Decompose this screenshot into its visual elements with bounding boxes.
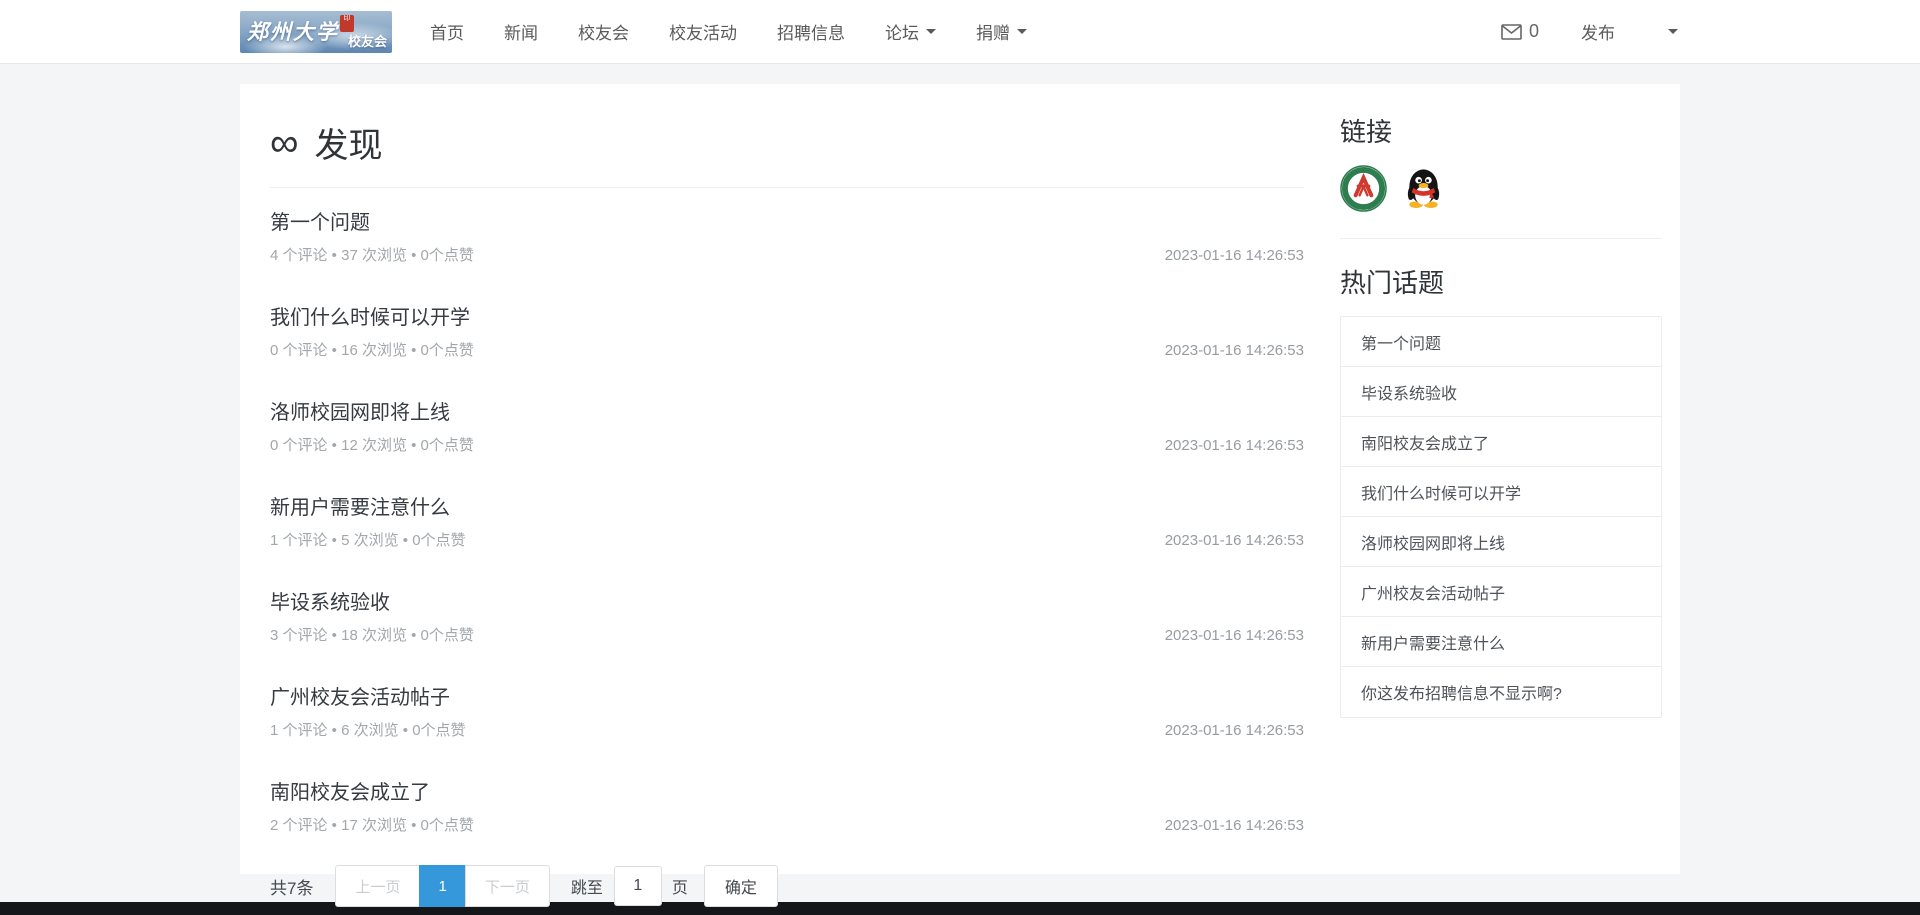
prev-page-button[interactable]: 上一页: [335, 865, 421, 907]
links-heading: 链接: [1340, 117, 1393, 147]
nav-item-donate-dropdown[interactable]: 捐赠: [976, 19, 1027, 44]
topic-timestamp: 2023-01-16 14:26:53: [1164, 817, 1304, 834]
hot-topics-heading: 热门话题: [1340, 268, 1445, 298]
zhengzhou-university-badge-icon[interactable]: [1340, 165, 1387, 212]
chevron-down-icon: [926, 29, 936, 34]
user-menu-toggle[interactable]: [1659, 17, 1680, 47]
page-button-group: 上一页 1 下一页: [335, 865, 550, 907]
infinity-icon: ∞: [270, 120, 299, 165]
topic-item: 我们什么时候可以开学 0 个评论 • 16 次浏览 • 0个点赞 2023-01…: [270, 283, 1304, 378]
topic-timestamp: 2023-01-16 14:26:53: [1164, 627, 1304, 644]
hot-topics-list: 第一个问题 毕设系统验收 南阳校友会成立了 我们什么时候可以开学 洛师校园网即将…: [1340, 316, 1662, 718]
topic-item: 第一个问题 4 个评论 • 37 次浏览 • 0个点赞 2023-01-16 1…: [270, 188, 1304, 283]
topic-item: 南阳校友会成立了 2 个评论 • 17 次浏览 • 0个点赞 2023-01-1…: [270, 758, 1304, 853]
hot-topic-item[interactable]: 第一个问题: [1341, 317, 1661, 367]
links-row: [1340, 165, 1662, 239]
nav-item-forum-dropdown[interactable]: 论坛: [885, 19, 936, 44]
page-jump-input[interactable]: [613, 866, 662, 906]
discover-section: ∞ 发现 第一个问题 4 个评论 • 37 次浏览 • 0个点赞 2023-01…: [240, 84, 1304, 907]
topic-timestamp: 2023-01-16 14:26:53: [1164, 722, 1304, 739]
nav-item-news[interactable]: 新闻: [504, 19, 538, 44]
topic-meta: 0 个评论 • 16 次浏览 • 0个点赞: [270, 342, 474, 359]
topic-timestamp: 2023-01-16 14:26:53: [1164, 247, 1304, 264]
topic-title-link[interactable]: 我们什么时候可以开学: [270, 301, 470, 330]
page-1-button[interactable]: 1: [419, 865, 466, 907]
message-count: 0: [1528, 21, 1539, 41]
topic-meta: 4 个评论 • 37 次浏览 • 0个点赞: [270, 247, 474, 264]
site-logo-subtitle: 校友会: [347, 33, 387, 49]
site-logo[interactable]: 郑州大学 印 校友会: [240, 10, 392, 53]
sidebar: 链接 热门话题 第一个问题 毕设系统验收 南阳校友会成立了 我们什么时候可以开学…: [1304, 84, 1680, 718]
publish-button[interactable]: 发布: [1581, 19, 1615, 44]
messages-button[interactable]: 0: [1501, 21, 1539, 42]
content-card: ∞ 发现 第一个问题 4 个评论 • 37 次浏览 • 0个点赞 2023-01…: [240, 84, 1680, 907]
topic-item: 广州校友会活动帖子 1 个评论 • 6 次浏览 • 0个点赞 2023-01-1…: [270, 663, 1304, 758]
hot-topic-item[interactable]: 新用户需要注意什么: [1341, 617, 1661, 667]
nav-item-jobs[interactable]: 招聘信息: [777, 19, 845, 44]
nav-item-alumni-activities[interactable]: 校友活动: [669, 19, 737, 44]
confirm-button[interactable]: 确定: [703, 865, 778, 907]
topic-item: 毕设系统验收 3 个评论 • 18 次浏览 • 0个点赞 2023-01-16 …: [270, 568, 1304, 663]
site-logo-title: 郑州大学: [247, 19, 339, 44]
chevron-down-icon: [1017, 29, 1027, 34]
nav-item-home[interactable]: 首页: [430, 19, 464, 44]
topic-list: 第一个问题 4 个评论 • 37 次浏览 • 0个点赞 2023-01-16 1…: [270, 188, 1304, 853]
logo-seal-icon: 印: [340, 14, 354, 32]
chevron-down-icon: [1668, 28, 1678, 34]
nav-menu: 首页 新闻 校友会 校友活动 招聘信息 论坛 捐赠: [430, 19, 1067, 44]
topic-timestamp: 2023-01-16 14:26:53: [1164, 342, 1304, 359]
hot-topic-item[interactable]: 南阳校友会成立了: [1341, 417, 1661, 467]
hot-topic-item[interactable]: 你这发布招聘信息不显示啊?: [1341, 667, 1661, 717]
next-page-button[interactable]: 下一页: [464, 865, 550, 907]
envelope-icon: [1501, 23, 1522, 40]
topic-meta: 2 个评论 • 17 次浏览 • 0个点赞: [270, 817, 474, 834]
topic-timestamp: 2023-01-16 14:26:53: [1164, 437, 1304, 454]
hot-topic-item[interactable]: 我们什么时候可以开学: [1341, 467, 1661, 517]
jump-to-label: 跳至: [570, 880, 603, 897]
topic-title-link[interactable]: 洛师校园网即将上线: [270, 396, 450, 425]
pagination-total: 共7条: [270, 878, 314, 898]
topic-title-link[interactable]: 广州校友会活动帖子: [270, 681, 450, 710]
hot-topic-item[interactable]: 毕设系统验收: [1341, 367, 1661, 417]
topic-item: 新用户需要注意什么 1 个评论 • 5 次浏览 • 0个点赞 2023-01-1…: [270, 473, 1304, 568]
topic-item: 洛师校园网即将上线 0 个评论 • 12 次浏览 • 0个点赞 2023-01-…: [270, 378, 1304, 473]
topic-title-link[interactable]: 新用户需要注意什么: [270, 491, 450, 520]
hot-topic-item[interactable]: 广州校友会活动帖子: [1341, 567, 1661, 617]
topic-title-link[interactable]: 毕设系统验收: [270, 586, 390, 615]
qq-penguin-icon[interactable]: [1400, 165, 1447, 212]
topic-meta: 1 个评论 • 5 次浏览 • 0个点赞: [270, 532, 466, 549]
pagination: 共7条 上一页 1 下一页 跳至 页 确定: [270, 865, 1304, 907]
topic-timestamp: 2023-01-16 14:26:53: [1164, 532, 1304, 549]
top-navbar: 郑州大学 印 校友会 首页 新闻 校友会 校友活动 招聘信息 论坛 捐赠 0 发…: [0, 0, 1920, 64]
hot-topic-item[interactable]: 洛师校园网即将上线: [1341, 517, 1661, 567]
nav-item-alumni-association[interactable]: 校友会: [578, 19, 629, 44]
topic-meta: 3 个评论 • 18 次浏览 • 0个点赞: [270, 627, 474, 644]
page-title: ∞ 发现: [270, 120, 383, 166]
page-unit-label: 页: [671, 880, 688, 897]
topic-title-link[interactable]: 南阳校友会成立了: [270, 776, 430, 805]
topic-title-link[interactable]: 第一个问题: [270, 206, 370, 235]
topic-meta: 0 个评论 • 12 次浏览 • 0个点赞: [270, 437, 474, 454]
topic-meta: 1 个评论 • 6 次浏览 • 0个点赞: [270, 722, 466, 739]
